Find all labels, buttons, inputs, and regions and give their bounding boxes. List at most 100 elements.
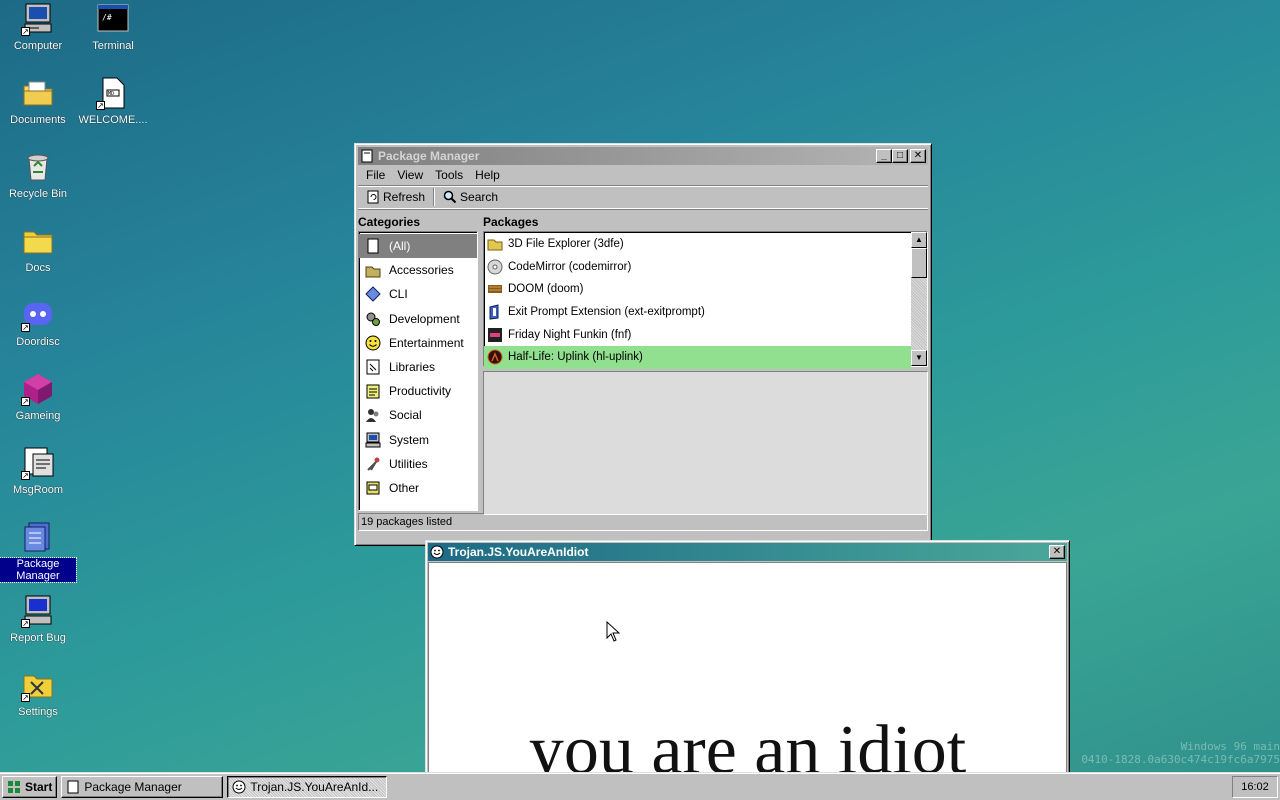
package-item-ext-exitprompt[interactable]: Exit Prompt Extension (ext-exitprompt): [484, 301, 911, 324]
desktop-icon-settings[interactable]: ↗ Settings: [0, 668, 76, 718]
package-item-fnf[interactable]: Friday Night Funkin (fnf): [484, 323, 911, 346]
package-label: DOOM (doom): [508, 283, 584, 296]
system-clock[interactable]: 16:02: [1232, 775, 1278, 798]
menu-file[interactable]: File: [360, 168, 391, 182]
category-list: (All) Accessories CLI Development Entert…: [358, 231, 478, 511]
category-system[interactable]: System: [359, 428, 477, 452]
smiley-icon: [232, 780, 246, 794]
scroll-down-button[interactable]: ▼: [911, 350, 927, 366]
category-libraries[interactable]: Libraries: [359, 355, 477, 379]
desktop-icon-doordisc[interactable]: ↗ Doordisc: [0, 298, 76, 348]
version-watermark: Windows 96 main 0410-1828.0a630c474c19fc…: [1081, 740, 1280, 766]
svg-text:/#: /#: [102, 13, 112, 22]
category-cli[interactable]: CLI: [359, 282, 477, 306]
package-item-codemirror[interactable]: CodeMirror (codemirror): [484, 256, 911, 279]
categories-heading: Categories: [358, 215, 421, 229]
packages-heading: Packages: [483, 215, 539, 229]
desktop-icon-label: WELCOME....: [78, 114, 148, 126]
watermark-line-1: Windows 96 main: [1180, 740, 1280, 753]
desktop-icon-recycle-bin[interactable]: Recycle Bin: [0, 150, 76, 200]
menu-tools[interactable]: Tools: [429, 168, 469, 182]
category-development[interactable]: Development: [359, 307, 477, 331]
window-title: Trojan.JS.YouAreAnIdiot: [448, 545, 589, 559]
category-label: System: [389, 432, 430, 447]
package-manager-titlebar[interactable]: Package Manager _ □ ✕: [358, 147, 928, 165]
desktop-icon-label: Docs: [25, 262, 51, 274]
scroll-thumb[interactable]: [911, 248, 927, 278]
categories-pane: Categories (All) Accessories CLI Develop…: [358, 213, 478, 511]
start-label: Start: [25, 779, 53, 794]
package-manager-window[interactable]: Package Manager _ □ ✕ File View Tools He…: [354, 143, 932, 546]
package-item-3dfe[interactable]: 3D File Explorer (3dfe): [484, 233, 911, 256]
close-button[interactable]: ✕: [910, 149, 926, 163]
minimize-button[interactable]: _: [876, 149, 892, 163]
desktop-icon-label: Computer: [13, 40, 63, 52]
watermark-line-2: 0410-1828.0a630c474c19fc6a7975: [1081, 753, 1280, 766]
mouse-cursor-icon: [606, 620, 621, 646]
maximize-button[interactable]: □: [892, 149, 908, 163]
smiley-icon: [365, 335, 381, 351]
desktop-icon-gameing[interactable]: ↗ Gameing: [0, 372, 76, 422]
desktop-icon-label: Settings: [18, 706, 58, 718]
scroll-up-button[interactable]: ▲: [911, 232, 927, 248]
desktop-icon-computer[interactable]: ↗ Computer: [0, 2, 76, 52]
category-label: Social: [389, 408, 422, 423]
taskbar-item-label: Trojan.JS.YouAreAnId...: [250, 779, 379, 794]
recycle-bin-icon: [21, 150, 55, 184]
taskbar-item-label: Package Manager: [84, 779, 182, 794]
desktop-icon-terminal[interactable]: /# Terminal: [75, 2, 151, 52]
package-icon: [360, 149, 374, 163]
trojan-window[interactable]: Trojan.JS.YouAreAnIdiot ✕ you are an idi…: [425, 540, 1070, 778]
desktop-icon-docs[interactable]: Docs: [0, 224, 76, 274]
category-all[interactable]: (All): [359, 234, 477, 259]
category-productivity[interactable]: Productivity: [359, 379, 477, 403]
settings-icon: ↗: [21, 668, 55, 702]
category-label: Productivity: [389, 384, 452, 399]
close-button[interactable]: ✕: [1049, 545, 1065, 559]
start-button[interactable]: Start: [2, 775, 58, 798]
package-icon: [66, 780, 80, 794]
other-icon: [365, 480, 381, 496]
package-item-doom[interactable]: DOOM (doom): [484, 278, 911, 301]
clock-time: 16:02: [1241, 780, 1269, 793]
desktop-icon-label: Recycle Bin: [8, 188, 68, 200]
category-accessories[interactable]: Accessories: [359, 258, 477, 282]
menu-help[interactable]: Help: [469, 168, 506, 182]
utilities-icon: [365, 456, 381, 472]
smiley-icon: [430, 545, 444, 559]
doordisc-icon: ↗: [21, 298, 55, 332]
category-utilities[interactable]: Utilities: [359, 452, 477, 476]
desktop-icon-msgroom[interactable]: ↗ MsgRoom: [0, 446, 76, 496]
category-label: Development: [389, 311, 460, 326]
notepad-icon: [365, 383, 381, 399]
search-label: Search: [460, 190, 499, 204]
computer-icon: [365, 432, 381, 448]
category-other[interactable]: Other: [359, 476, 477, 500]
desktop-icon-label: Gameing: [15, 410, 61, 422]
svg-text:MD: MD: [108, 91, 114, 97]
package-list-scrollbar[interactable]: ▲ ▼: [911, 232, 927, 366]
desktop-icon-package-manager[interactable]: Package Manager: [0, 520, 77, 583]
refresh-button[interactable]: Refresh: [360, 188, 431, 206]
toolbar: Refresh Search: [358, 185, 928, 209]
fnf-icon: [487, 327, 503, 343]
menu-view[interactable]: View: [391, 168, 429, 182]
category-label: (All): [389, 239, 411, 254]
desktop-icon-welcome[interactable]: MD ↗ WELCOME....: [75, 76, 151, 126]
trojan-titlebar[interactable]: Trojan.JS.YouAreAnIdiot ✕: [428, 543, 1067, 561]
idiot-message: you are an idiot: [528, 712, 967, 774]
report-bug-icon: ↗: [21, 594, 55, 628]
folder-icon: [487, 236, 503, 252]
taskbar-item-package-manager[interactable]: Package Manager: [61, 775, 224, 798]
category-label: Entertainment: [389, 335, 464, 350]
desktop-icon-report-bug[interactable]: ↗ Report Bug: [0, 594, 76, 644]
desktop-icon-label: Doordisc: [16, 336, 60, 348]
category-label: Other: [389, 480, 420, 495]
category-entertainment[interactable]: Entertainment: [359, 331, 477, 355]
taskbar-item-trojan[interactable]: Trojan.JS.YouAreAnId...: [227, 775, 388, 798]
search-button[interactable]: Search: [437, 188, 504, 206]
refresh-icon: [366, 190, 380, 204]
category-social[interactable]: Social: [359, 403, 477, 427]
package-item-hl-uplink[interactable]: Half-Life: Uplink (hl-uplink): [484, 345, 911, 369]
desktop-icon-documents[interactable]: Documents: [0, 76, 76, 126]
